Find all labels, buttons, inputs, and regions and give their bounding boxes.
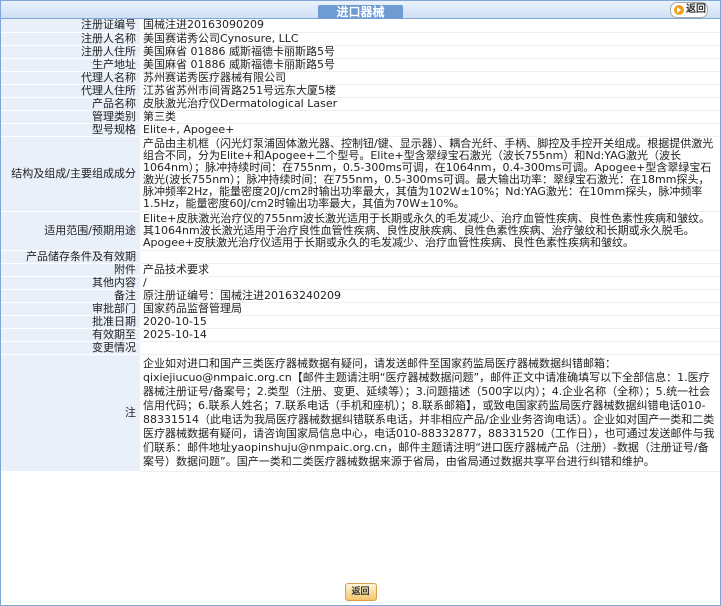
row-prod-addr: 生产地址 美国麻省 01886 威斯福德卡丽斯路5号 xyxy=(1,58,720,72)
value: 美国麻省 01886 威斯福德卡丽斯路5号 xyxy=(140,45,720,59)
row-registrant-addr: 注册人住所 美国麻省 01886 威斯福德卡丽斯路5号 xyxy=(1,45,720,59)
row-agent: 代理人名称 苏州赛诺秀医疗器械有限公司 xyxy=(1,71,720,85)
footer: 返回 xyxy=(1,583,720,601)
value: 江苏省苏州市间胥路251号远东大厦5楼 xyxy=(140,84,720,98)
label: 审批部门 xyxy=(1,302,140,316)
value: / xyxy=(140,276,720,290)
value xyxy=(140,250,720,264)
detail-panel: 进口器械 返回 注册证编号 国械注进20163090209 注册人名称 美国赛诺秀公… xyxy=(0,0,721,606)
label: 注册证编号 xyxy=(1,19,140,33)
value: Elite+, Apogee+ xyxy=(140,123,720,137)
row-structure: 结构及组成/主要组成成分 产品由主机框（闪光灯泵浦固体激光器、控制钮/键、显示器）… xyxy=(1,136,720,212)
row-scope: 适用范围/预期用途 Elite+皮肤激光治疗仪的755nm波长激光适用于长期或永久… xyxy=(1,211,720,251)
label: 适用范围/预期用途 xyxy=(1,211,140,251)
value: 2025-10-14 xyxy=(140,328,720,342)
label: 管理类别 xyxy=(1,110,140,124)
label: 产品储存条件及有效期 xyxy=(1,250,140,264)
row-agent-addr: 代理人住所 江苏省苏州市间胥路251号远东大厦5楼 xyxy=(1,84,720,98)
value xyxy=(140,341,720,355)
row-other: 其他内容 / xyxy=(1,276,720,290)
label: 其他内容 xyxy=(1,276,140,290)
label: 批准日期 xyxy=(1,315,140,329)
label: 注册人住所 xyxy=(1,45,140,59)
row-approve-date: 批准日期 2020-10-15 xyxy=(1,315,720,329)
row-storage: 产品储存条件及有效期 xyxy=(1,250,720,264)
label: 变更情况 xyxy=(1,341,140,355)
row-model: 型号规格 Elite+, Apogee+ xyxy=(1,123,720,137)
row-dept: 审批部门 国家药品监督管理局 xyxy=(1,302,720,316)
info-table: 注册证编号 国械注进20163090209 注册人名称 美国赛诺秀公司Cynosur… xyxy=(1,19,720,472)
value: 国家药品监督管理局 xyxy=(140,302,720,316)
label: 型号规格 xyxy=(1,123,140,137)
page-title: 进口器械 xyxy=(1,3,720,20)
note-text: 企业如对进口和国产三类医疗器械数据有疑问，请发送邮件至国家药监局医疗器械数据纠错… xyxy=(140,354,720,472)
label: 代理人住所 xyxy=(1,84,140,98)
row-registrant: 注册人名称 美国赛诺秀公司Cynosure, LLC xyxy=(1,32,720,46)
row-attachment: 附件 产品技术要求 xyxy=(1,263,720,277)
label: 注 xyxy=(1,354,140,472)
value: Elite+皮肤激光治疗仪的755nm波长激光适用于长期或永久的毛发减少、治疗血… xyxy=(140,211,720,251)
label: 产品名称 xyxy=(1,97,140,111)
row-category: 管理类别 第三类 xyxy=(1,110,720,124)
label: 注册人名称 xyxy=(1,32,140,46)
value: 原注册证编号：国械注进20163240209 xyxy=(140,289,720,303)
row-change: 变更情况 xyxy=(1,341,720,355)
value: 国械注进20163090209 xyxy=(140,19,720,33)
label: 有效期至 xyxy=(1,328,140,342)
row-product: 产品名称 皮肤激光治疗仪Dermatological Laser xyxy=(1,97,720,111)
back-button-bottom[interactable]: 返回 xyxy=(344,583,377,601)
label: 生产地址 xyxy=(1,58,140,72)
value: 美国麻省 01886 威斯福德卡丽斯路5号 xyxy=(140,58,720,72)
back-arrow-icon xyxy=(674,5,684,15)
row-remark: 备注 原注册证编号：国械注进20163240209 xyxy=(1,289,720,303)
value: 2020-10-15 xyxy=(140,315,720,329)
back-button-top[interactable]: 返回 xyxy=(670,2,708,18)
title-bar: 进口器械 返回 xyxy=(1,1,720,19)
row-reg-no: 注册证编号 国械注进20163090209 xyxy=(1,19,720,33)
row-valid-to: 有效期至 2025-10-14 xyxy=(1,328,720,342)
value: 苏州赛诺秀医疗器械有限公司 xyxy=(140,71,720,85)
label: 备注 xyxy=(1,289,140,303)
label: 附件 xyxy=(1,263,140,277)
label: 代理人名称 xyxy=(1,71,140,85)
label: 结构及组成/主要组成成分 xyxy=(1,136,140,212)
value: 产品技术要求 xyxy=(140,263,720,277)
value: 美国赛诺秀公司Cynosure, LLC xyxy=(140,32,720,46)
value: 皮肤激光治疗仪Dermatological Laser xyxy=(140,97,720,111)
row-note: 注企业如对进口和国产三类医疗器械数据有疑问，请发送邮件至国家药监局医疗器械数据纠… xyxy=(1,354,720,472)
value: 第三类 xyxy=(140,110,720,124)
value: 产品由主机框（闪光灯泵浦固体激光器、控制钮/键、显示器）、耦合光纤、手柄、脚控及… xyxy=(140,136,720,212)
